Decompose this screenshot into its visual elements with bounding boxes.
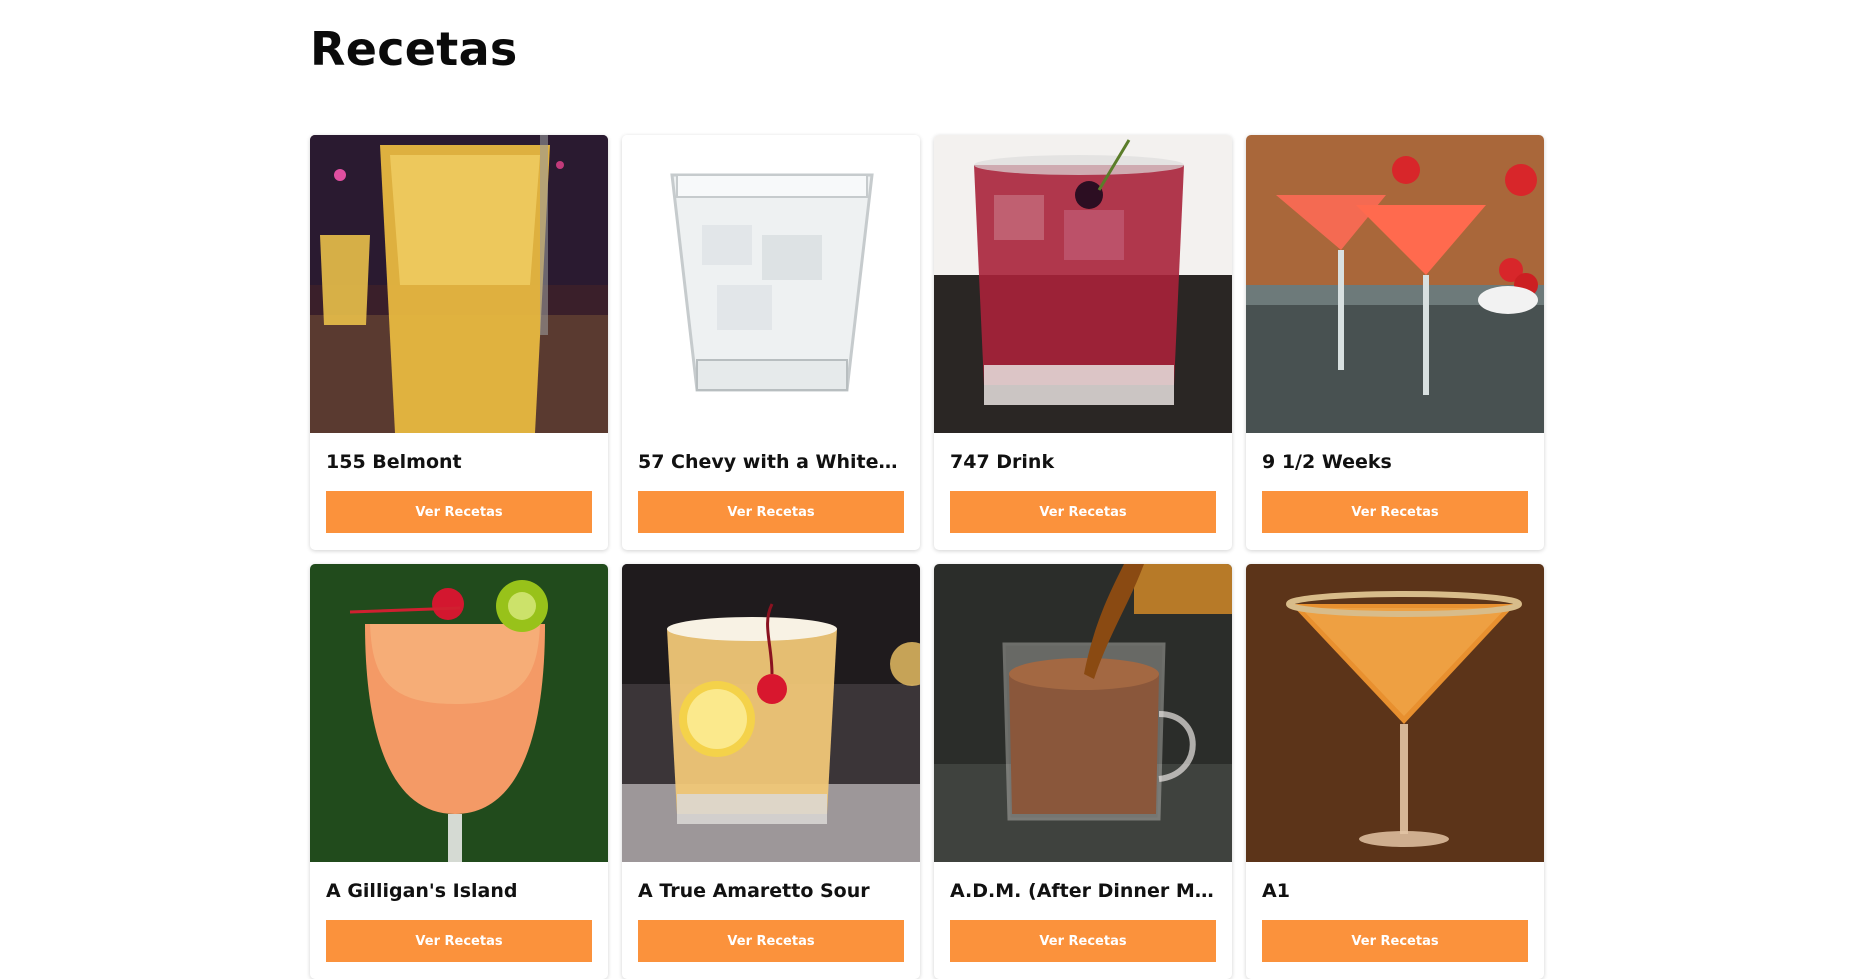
recipe-title: 747 Drink bbox=[950, 451, 1055, 473]
recipe-card: 747 Drink Ver Recetas bbox=[934, 135, 1232, 550]
view-recipes-button[interactable]: Ver Recetas bbox=[950, 491, 1216, 533]
recipe-card: A1 Ver Recetas bbox=[1246, 564, 1544, 979]
recipe-grid: 155 Belmont Ver Recetas 57 Chevy with a … bbox=[310, 135, 1544, 979]
recipe-image bbox=[622, 564, 920, 862]
view-recipes-button[interactable]: Ver Recetas bbox=[638, 491, 904, 533]
recipe-card: 57 Chevy with a White Lic... Ver Recetas bbox=[622, 135, 920, 550]
recipe-image bbox=[1246, 135, 1544, 433]
view-recipes-button[interactable]: Ver Recetas bbox=[326, 491, 592, 533]
recipe-title: 155 Belmont bbox=[326, 451, 462, 473]
view-recipes-button[interactable]: Ver Recetas bbox=[326, 920, 592, 962]
recipe-image bbox=[310, 564, 608, 862]
recipe-title: A True Amaretto Sour bbox=[638, 880, 870, 902]
recipe-title: 9 1/2 Weeks bbox=[1262, 451, 1392, 473]
recipe-title: A Gilligan's Island bbox=[326, 880, 518, 902]
recipe-card: 9 1/2 Weeks Ver Recetas bbox=[1246, 135, 1544, 550]
recipe-card: 155 Belmont Ver Recetas bbox=[310, 135, 608, 550]
view-recipes-button[interactable]: Ver Recetas bbox=[638, 920, 904, 962]
page-title: Recetas bbox=[310, 22, 518, 76]
view-recipes-button[interactable]: Ver Recetas bbox=[1262, 491, 1528, 533]
view-recipes-button[interactable]: Ver Recetas bbox=[1262, 920, 1528, 962]
recipe-image bbox=[934, 564, 1232, 862]
recipe-title: 57 Chevy with a White Lic... bbox=[638, 451, 904, 473]
recipe-image bbox=[310, 135, 608, 433]
recipe-card: A True Amaretto Sour Ver Recetas bbox=[622, 564, 920, 979]
recipe-image bbox=[934, 135, 1232, 433]
recipe-title: A1 bbox=[1262, 880, 1290, 902]
recipe-image bbox=[622, 135, 920, 433]
view-recipes-button[interactable]: Ver Recetas bbox=[950, 920, 1216, 962]
recipe-image bbox=[1246, 564, 1544, 862]
recipe-card: A.D.M. (After Dinner Mint) Ver Recetas bbox=[934, 564, 1232, 979]
recipe-card: A Gilligan's Island Ver Recetas bbox=[310, 564, 608, 979]
recipe-title: A.D.M. (After Dinner Mint) bbox=[950, 880, 1216, 902]
